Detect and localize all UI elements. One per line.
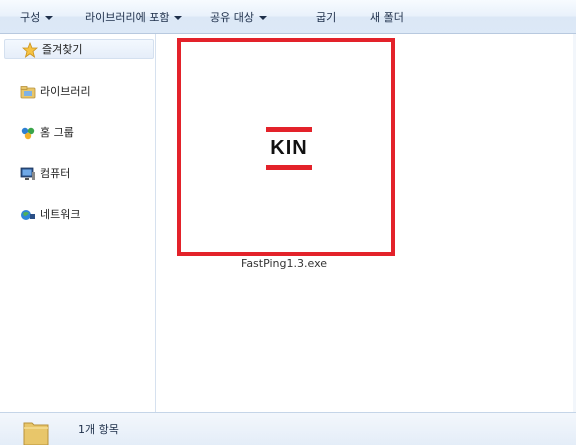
logo-bottom-bar <box>266 165 312 170</box>
folder-icon <box>23 422 49 445</box>
organize-label: 구성 <box>20 11 41 24</box>
chevron-down-icon <box>45 16 54 20</box>
nav-computer-label: 컴퓨터 <box>40 167 71 180</box>
organize-menu-button[interactable]: 구성 <box>20 10 54 26</box>
file-name-label[interactable]: FastPing1.3.exe <box>241 257 327 270</box>
file-list-pane: KIN FastPing1.3.exe <box>157 34 576 412</box>
star-icon <box>22 42 38 58</box>
include-in-library-menu-button[interactable]: 라이브러리에 포함 <box>85 10 183 26</box>
nav-favorites-label: 즐겨찾기 <box>42 43 83 56</box>
file-item-fastping[interactable]: KIN <box>177 38 395 256</box>
command-bar: 구성 라이브러리에 포함 공유 대상 굽기 새 폴더 <box>0 0 576 34</box>
nav-homegroup-label: 홈 그룹 <box>40 126 74 139</box>
burn-button[interactable]: 굽기 <box>316 10 336 26</box>
burn-label: 굽기 <box>316 11 337 24</box>
share-with-label: 공유 대상 <box>210 11 254 24</box>
item-count-label: 1개 항목 <box>78 423 119 436</box>
chevron-down-icon <box>174 16 183 20</box>
chevron-down-icon <box>258 16 267 20</box>
share-with-menu-button[interactable]: 공유 대상 <box>210 10 267 26</box>
navigation-pane: 즐겨찾기 라이브러리 홈 그룹 컴퓨터 네트워크 <box>0 34 156 412</box>
nav-network-label: 네트워크 <box>40 208 81 221</box>
network-icon <box>21 210 35 220</box>
nav-libraries-label: 라이브러리 <box>40 85 91 98</box>
computer-icon <box>20 167 35 180</box>
library-folder-icon <box>20 86 36 99</box>
new-folder-button[interactable]: 새 폴더 <box>370 10 404 26</box>
new-folder-label: 새 폴더 <box>370 11 404 24</box>
logo-top-bar <box>266 127 312 132</box>
homegroup-icon <box>21 127 35 140</box>
kin-logo-text: KIN <box>270 137 308 159</box>
include-in-library-label: 라이브러리에 포함 <box>85 11 170 24</box>
details-pane: 1개 항목 <box>0 412 576 445</box>
